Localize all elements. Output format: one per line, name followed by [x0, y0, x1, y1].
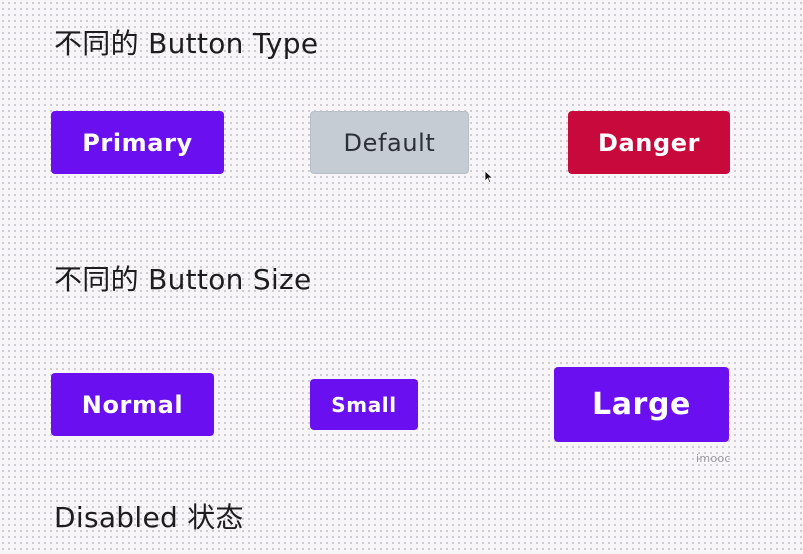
- mouse-pointer-icon: [484, 170, 494, 184]
- watermark-logo: imooc: [696, 452, 731, 465]
- large-button[interactable]: Large: [554, 367, 729, 442]
- normal-button[interactable]: Normal: [51, 373, 214, 436]
- section-title-disabled: Disabled 状态: [54, 501, 244, 534]
- section-title-button-type: 不同的 Button Type: [54, 27, 319, 60]
- section-title-button-size: 不同的 Button Size: [54, 263, 312, 296]
- small-button[interactable]: Small: [310, 379, 418, 430]
- primary-button[interactable]: Primary: [51, 111, 224, 174]
- default-button[interactable]: Default: [310, 111, 469, 174]
- danger-button[interactable]: Danger: [568, 111, 730, 174]
